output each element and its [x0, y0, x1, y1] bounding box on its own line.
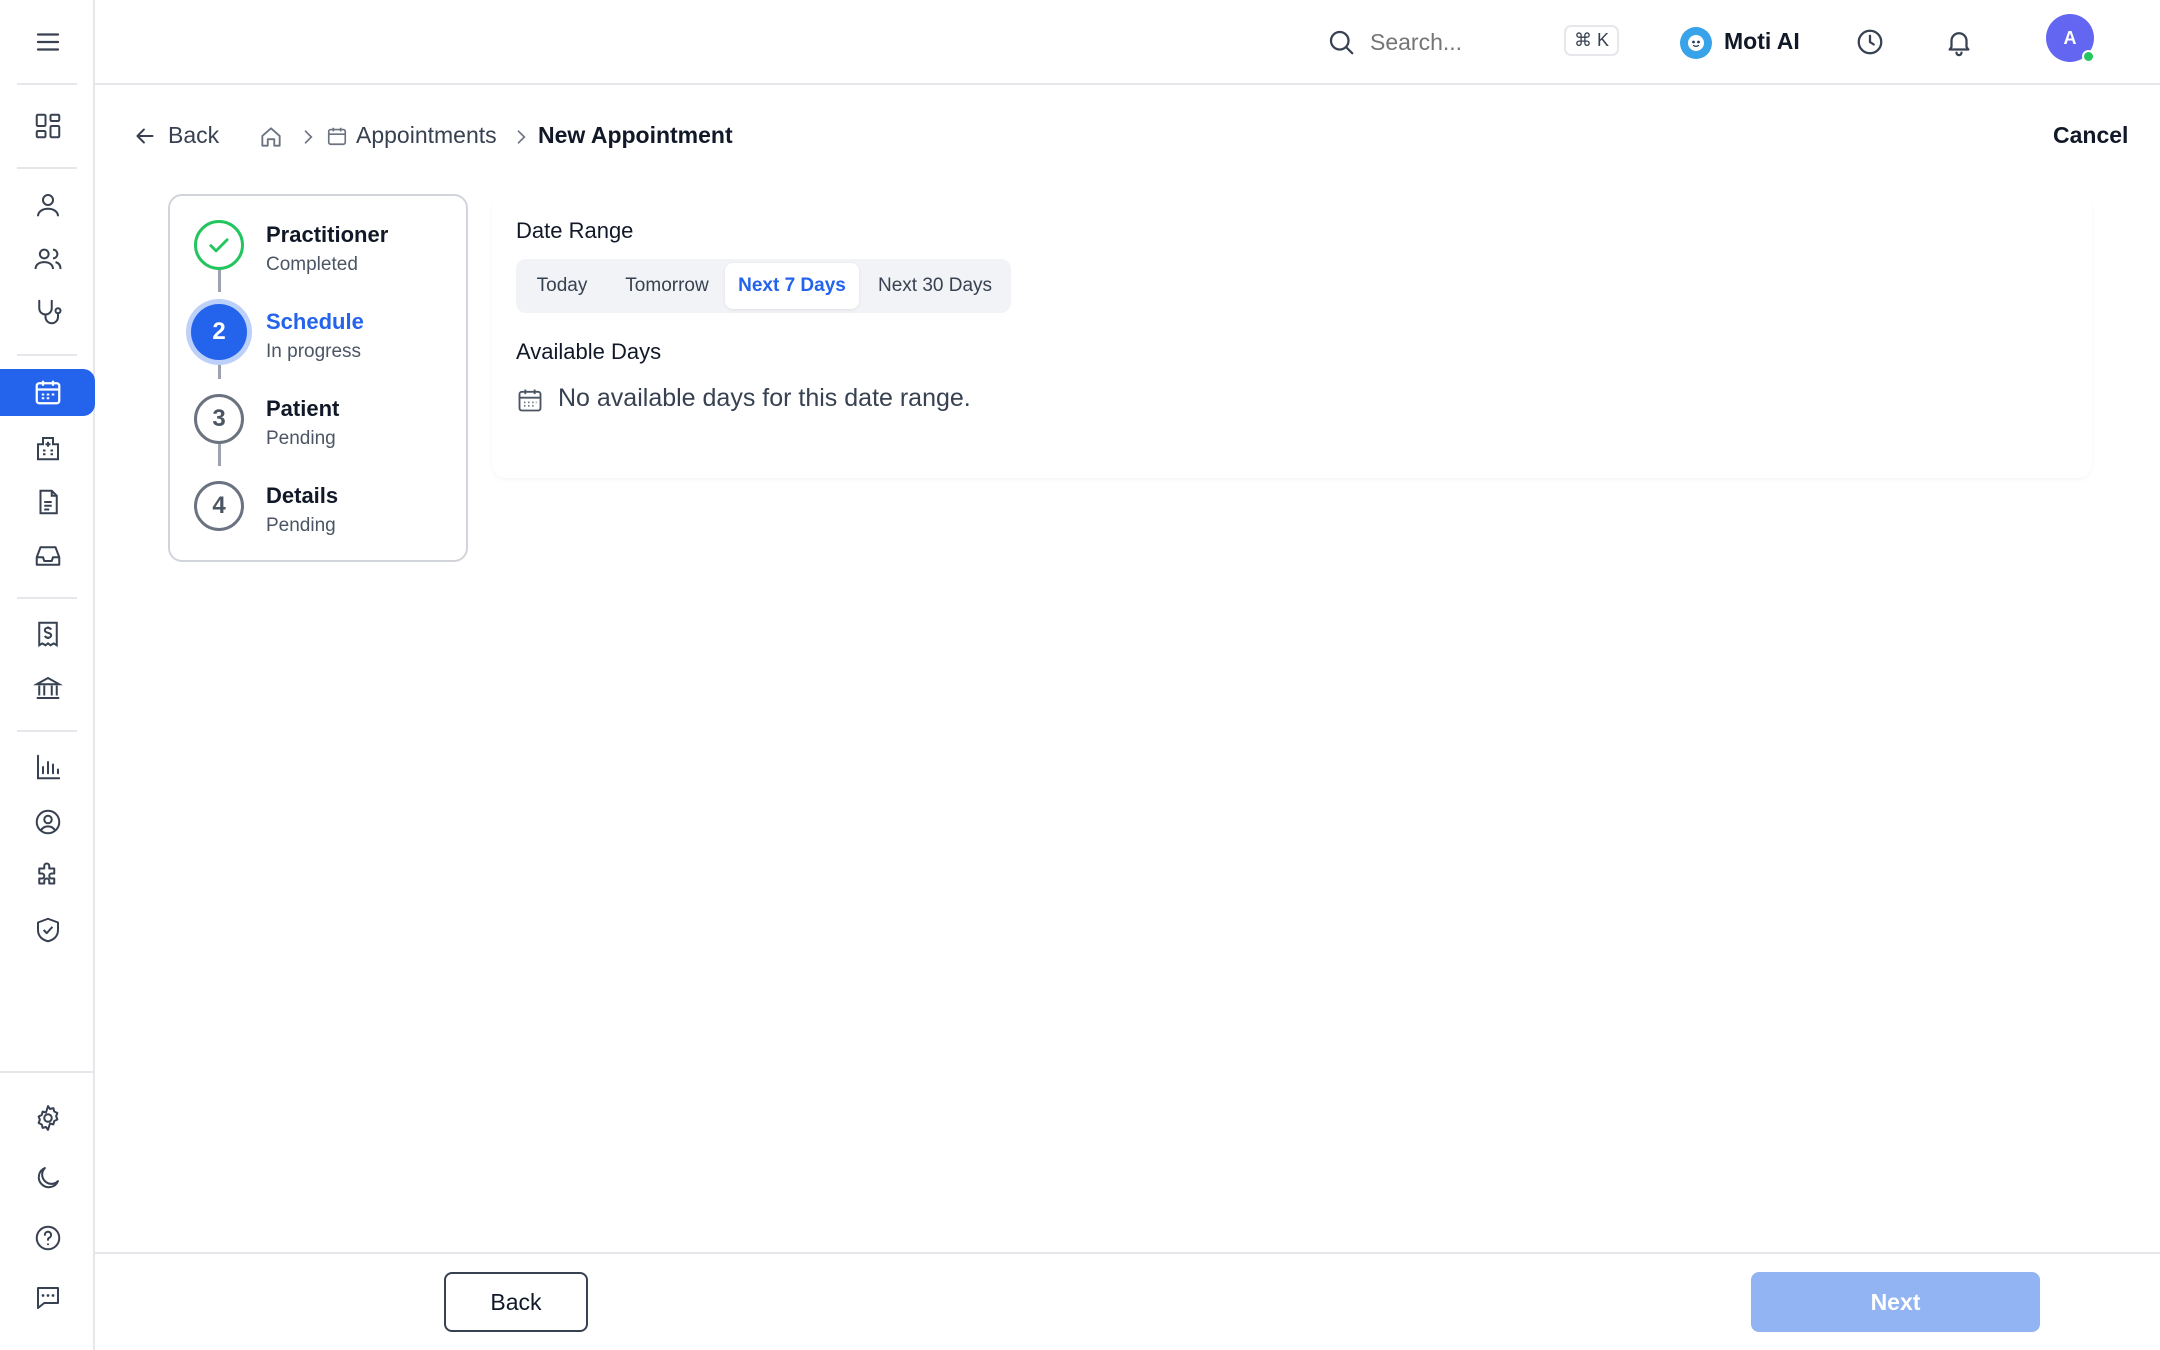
search-input[interactable] — [1370, 22, 1550, 62]
history-icon[interactable] — [1855, 27, 1885, 57]
step-3-status: Pending — [266, 428, 336, 449]
empty-state-message: No available days for this date range. — [558, 384, 971, 412]
billing-icon[interactable] — [22, 614, 74, 654]
chart-icon[interactable] — [22, 747, 74, 787]
back-button[interactable]: Back — [444, 1272, 588, 1332]
online-status-dot — [2082, 50, 2095, 63]
range-today[interactable]: Today — [520, 263, 604, 309]
calendar-icon — [327, 127, 347, 145]
user-icon[interactable] — [22, 185, 74, 225]
help-icon[interactable] — [22, 1218, 74, 1258]
available-days-label: Available Days — [516, 339, 662, 364]
puzzle-icon[interactable] — [22, 856, 74, 896]
range-next-30-days[interactable]: Next 30 Days — [863, 263, 1007, 309]
step-2-number: 2 — [191, 304, 247, 360]
moon-icon[interactable] — [22, 1158, 74, 1198]
settings-icon[interactable] — [22, 1098, 74, 1138]
calendar-icon — [516, 386, 544, 414]
menu-icon[interactable] — [22, 22, 74, 62]
schedule-panel — [492, 194, 2092, 478]
step-4-title: Details — [266, 483, 339, 508]
back-link-label: Back — [168, 122, 220, 148]
users-icon[interactable] — [22, 239, 74, 279]
inbox-icon[interactable] — [22, 536, 74, 576]
step-1-title[interactable]: Practitioner — [266, 222, 388, 248]
shield-check-icon[interactable] — [22, 910, 74, 950]
step-2-title[interactable]: Schedule — [266, 309, 364, 335]
bell-icon[interactable] — [1944, 27, 1974, 57]
stepper-card: Practitioner Completed 2 Schedule In pro… — [168, 194, 468, 562]
document-icon[interactable] — [22, 482, 74, 522]
chevron-right-icon — [298, 127, 318, 147]
moti-ai-button[interactable]: Moti AI — [1724, 28, 1800, 55]
step-4-status: Pending — [266, 515, 336, 536]
range-next-7-days[interactable]: Next 7 Days — [725, 263, 859, 309]
range-tomorrow[interactable]: Tomorrow — [608, 263, 726, 309]
step-3-number: 3 — [194, 394, 244, 444]
sidebar-item-appointments[interactable] — [0, 369, 95, 416]
back-link[interactable]: Back — [132, 122, 219, 149]
breadcrumb-current: New Appointment — [538, 122, 733, 148]
date-range-selector: Today Tomorrow Next 7 Days Next 30 Days — [516, 259, 1011, 313]
keyboard-shortcut-badge: ⌘ K — [1564, 25, 1620, 56]
breadcrumb-appointments-label: Appointments — [356, 122, 497, 148]
calendar-icon — [22, 372, 74, 412]
breadcrumb-appointments[interactable]: Appointments — [326, 122, 497, 149]
feedback-icon[interactable] — [22, 1278, 74, 1318]
chevron-right-icon — [511, 127, 531, 147]
hospital-icon[interactable] — [22, 428, 74, 468]
step-3-title: Patient — [266, 396, 340, 421]
bank-icon[interactable] — [22, 668, 74, 708]
stethoscope-icon[interactable] — [22, 292, 74, 332]
home-icon[interactable] — [258, 124, 284, 150]
next-button[interactable]: Next — [1751, 1272, 2040, 1332]
step-4-number: 4 — [194, 481, 244, 531]
search-icon[interactable] — [1326, 27, 1356, 57]
step-1-status: Completed — [266, 254, 358, 275]
cancel-button[interactable]: Cancel — [2053, 122, 2128, 149]
step-1-check-icon — [194, 220, 244, 270]
top-bar — [95, 0, 2160, 85]
user-circle-icon[interactable] — [22, 802, 74, 842]
moti-ai-icon[interactable] — [1680, 27, 1712, 59]
arrow-left-icon — [136, 128, 154, 143]
step-2-status: In progress — [266, 341, 362, 362]
dashboard-icon[interactable] — [22, 106, 74, 146]
date-range-label: Date Range — [516, 218, 634, 243]
sidebar — [0, 0, 95, 1350]
